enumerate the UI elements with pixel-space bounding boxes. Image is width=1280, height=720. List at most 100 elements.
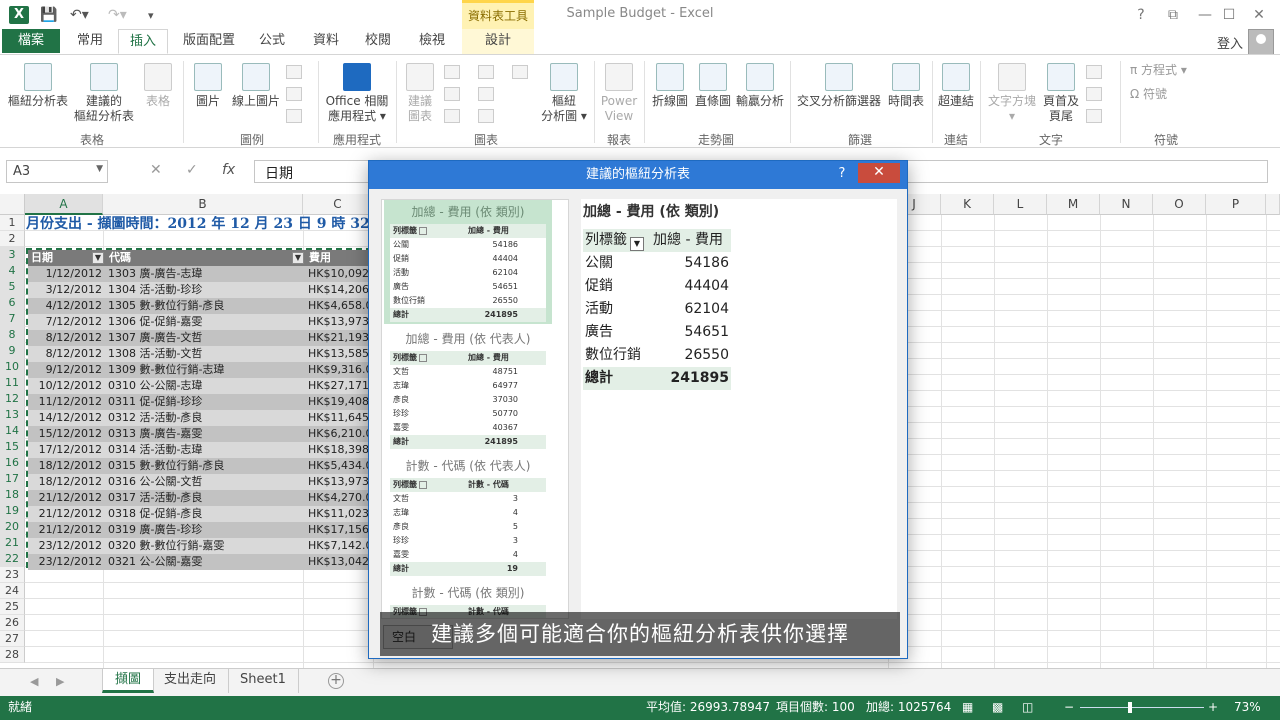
table-row[interactable]: 21/12/20120318 促-促銷-彥良HK$11,023.00 xyxy=(28,506,370,522)
tab-data[interactable]: 資料 xyxy=(306,29,346,54)
row-header-17[interactable]: 17 xyxy=(0,471,25,487)
cell-code[interactable]: 1309 數-數位行銷-志瑋 xyxy=(106,362,304,378)
pivot-table-button[interactable]: 樞紐分析表 xyxy=(6,63,70,109)
cell-code[interactable]: 0314 活-活動-志瑋 xyxy=(106,442,304,458)
row-header-16[interactable]: 16 xyxy=(0,455,25,471)
cell-cost[interactable]: HK$21,193.00 xyxy=(306,330,370,346)
table-row[interactable]: 3/12/20121304 活-活動-珍珍HK$14,206.00 xyxy=(28,282,370,298)
row-header-28[interactable]: 28 xyxy=(0,647,25,663)
table-button[interactable]: 表格 xyxy=(140,63,176,109)
dialog-close-button[interactable]: ✕ xyxy=(858,163,900,183)
row-header-4[interactable]: 4 xyxy=(0,263,25,279)
table-row[interactable]: 14/12/20120312 活-活動-彥良HK$11,645.00 xyxy=(28,410,370,426)
table-row[interactable]: 17/12/20120314 活-活動-志瑋HK$18,398.00 xyxy=(28,442,370,458)
cell-date[interactable]: 3/12/2012 xyxy=(28,282,104,298)
tab-home[interactable]: 常用 xyxy=(70,29,110,54)
cell-code[interactable]: 0312 活-活動-彥良 xyxy=(106,410,304,426)
maximize-button[interactable]: ☐ xyxy=(1218,5,1240,25)
row-header-12[interactable]: 12 xyxy=(0,391,25,407)
cell-cost[interactable]: HK$6,210.00 xyxy=(306,426,370,442)
column-header-n[interactable]: N xyxy=(1100,194,1153,215)
cell-code[interactable]: 1306 促-促銷-嘉雯 xyxy=(106,314,304,330)
cell-cost[interactable]: HK$4,270.00 xyxy=(306,490,370,506)
row-header-18[interactable]: 18 xyxy=(0,487,25,503)
line-chart-icon[interactable] xyxy=(444,87,460,101)
cell-cost[interactable]: HK$27,171.00 xyxy=(306,378,370,394)
tab-view[interactable]: 檢視 xyxy=(410,29,454,54)
close-button[interactable]: ✕ xyxy=(1248,5,1270,25)
sign-in-link[interactable]: 登入 xyxy=(1217,33,1243,52)
filter-dropdown-icon[interactable]: ▼ xyxy=(630,237,644,251)
cell-code[interactable]: 0315 數-數位行銷-彥良 xyxy=(106,458,304,474)
row-header-22[interactable]: 22 xyxy=(0,551,25,567)
cell-date[interactable]: 8/12/2012 xyxy=(28,346,104,362)
pivot-option[interactable]: 加總 - 費用 (依 代表人) 列標籤 加總 - 費用 文哲 48751 志瑋 64977 彥… xyxy=(384,327,552,451)
cell-cost[interactable]: HK$17,156.00 xyxy=(306,522,370,538)
cell-date[interactable]: 10/12/2012 xyxy=(28,378,104,394)
pictures-button[interactable]: 圖片 xyxy=(190,63,226,109)
name-box[interactable]: A3 ▼ xyxy=(6,160,108,183)
row-header-13[interactable]: 13 xyxy=(0,407,25,423)
cell-code[interactable]: 0317 活-活動-彥良 xyxy=(106,490,304,506)
other-charts-icon[interactable] xyxy=(512,65,528,79)
cell-date[interactable]: 21/12/2012 xyxy=(28,522,104,538)
tab-design[interactable]: 設計 xyxy=(462,29,534,54)
timeline-button[interactable]: 時間表 xyxy=(884,63,928,109)
cell-cost[interactable]: HK$7,142.00 xyxy=(306,538,370,554)
pie-chart-icon[interactable] xyxy=(444,109,460,123)
cell-code[interactable]: 0316 公-公關-文哲 xyxy=(106,474,304,490)
cell-cost[interactable]: HK$11,645.00 xyxy=(306,410,370,426)
sparkline-line-button[interactable]: 折線圖 xyxy=(648,63,692,109)
row-header-3[interactable]: 3 xyxy=(0,247,25,263)
zoom-slider-thumb[interactable] xyxy=(1128,702,1132,713)
object-icon[interactable] xyxy=(1086,109,1102,123)
cell-date[interactable]: 4/12/2012 xyxy=(28,298,104,314)
table-row[interactable]: 4/12/20121305 數-數位行銷-彥良HK$4,658.00 xyxy=(28,298,370,314)
column-header-m[interactable]: M xyxy=(1047,194,1100,215)
enter-icon[interactable]: ✓ xyxy=(186,162,198,178)
row-header-9[interactable]: 9 xyxy=(0,343,25,359)
header-footer-button[interactable]: 頁首及 頁尾 xyxy=(1040,63,1082,124)
cell-cost[interactable]: HK$13,973.00 xyxy=(306,314,370,330)
insert-function-icon[interactable]: fx xyxy=(222,162,235,178)
column-header-a[interactable]: A xyxy=(25,194,103,215)
minimize-button[interactable]: — xyxy=(1194,5,1216,25)
cell-code[interactable]: 0310 公-公關-志瑋 xyxy=(106,378,304,394)
cell-date[interactable]: 14/12/2012 xyxy=(28,410,104,426)
page-break-view-icon[interactable]: ◫ xyxy=(1022,696,1033,718)
avatar[interactable] xyxy=(1248,29,1274,55)
row-header-21[interactable]: 21 xyxy=(0,535,25,551)
equation-button[interactable]: π 方程式 ▾ xyxy=(1130,61,1187,78)
table-row[interactable]: 21/12/20120319 廣-廣告-珍珍HK$17,156.00 xyxy=(28,522,370,538)
cancel-icon[interactable]: ✕ xyxy=(150,162,162,178)
cell-code[interactable]: 0320 數-數位行銷-嘉雯 xyxy=(106,538,304,554)
tab-page-layout[interactable]: 版面配置 xyxy=(176,29,242,54)
column-chart-icon[interactable] xyxy=(444,65,460,79)
cell-date[interactable]: 8/12/2012 xyxy=(28,330,104,346)
sheet-tab-screenshot[interactable]: 擷圖 xyxy=(102,669,155,693)
cell-code[interactable]: 1303 廣-廣告-志瑋 xyxy=(106,266,304,282)
cell-cost[interactable]: HK$13,973.00 xyxy=(306,474,370,490)
cell-date[interactable]: 7/12/2012 xyxy=(28,314,104,330)
table-row[interactable]: 9/12/20121309 數-數位行銷-志瑋HK$9,316.00 xyxy=(28,362,370,378)
cell-code[interactable]: 0311 促-促銷-珍珍 xyxy=(106,394,304,410)
office-apps-button[interactable]: Office 相關 應用程式 ▾ xyxy=(322,63,392,124)
row-header-8[interactable]: 8 xyxy=(0,327,25,343)
row-header-2[interactable]: 2 xyxy=(0,231,25,247)
recommended-charts-button[interactable]: 建議 圖表 xyxy=(402,63,438,124)
undo-icon[interactable]: ↶▾ xyxy=(70,5,89,25)
row-header-15[interactable]: 15 xyxy=(0,439,25,455)
table-header-date[interactable]: 日期 ▼ xyxy=(28,250,106,266)
cell-code[interactable]: 0318 促-促銷-彥良 xyxy=(106,506,304,522)
cell-code[interactable]: 1304 活-活動-珍珍 xyxy=(106,282,304,298)
tab-formulas[interactable]: 公式 xyxy=(252,29,292,54)
zoom-in-icon[interactable]: + xyxy=(1208,696,1218,718)
normal-view-icon[interactable]: ▦ xyxy=(962,696,973,718)
dialog-title-bar[interactable]: 建議的樞紐分析表 ? ✕ xyxy=(369,161,907,189)
row-header-14[interactable]: 14 xyxy=(0,423,25,439)
row-header-7[interactable]: 7 xyxy=(0,311,25,327)
pivot-chart-button[interactable]: 樞紐 分析圖 ▾ xyxy=(540,63,588,124)
cell-cost[interactable]: HK$18,398.00 xyxy=(306,442,370,458)
row-header-24[interactable]: 24 xyxy=(0,583,25,599)
save-icon[interactable]: 💾 xyxy=(40,5,57,25)
